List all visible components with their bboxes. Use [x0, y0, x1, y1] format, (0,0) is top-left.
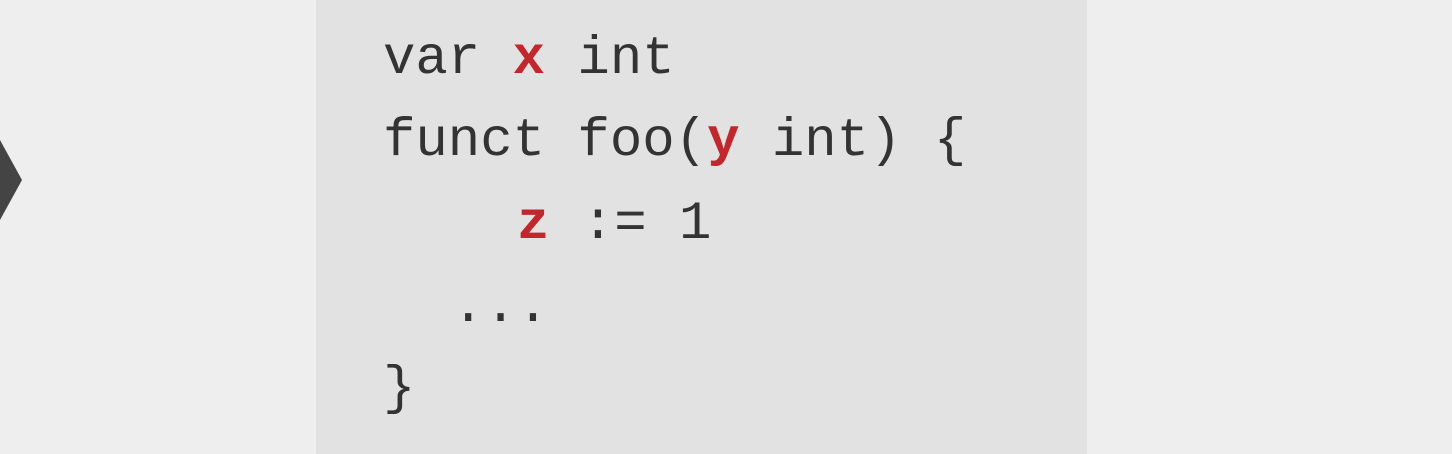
variable-x: x — [512, 29, 546, 90]
function-suffix: int) { — [739, 111, 967, 172]
code-line-ellipsis: ... — [452, 277, 550, 338]
variable-z: z — [517, 194, 550, 255]
code-line-closing-brace: } — [383, 359, 416, 420]
keyword-var: var — [383, 29, 513, 90]
variable-y: y — [707, 111, 740, 172]
function-prefix: funct foo( — [383, 111, 708, 172]
code-line-assignment: z := 1 — [517, 195, 711, 255]
assignment-rest: := 1 — [549, 194, 712, 255]
code-line-function-signature: funct foo(y int) { — [383, 112, 966, 172]
type-int: int — [545, 29, 675, 90]
arrow-left-icon — [0, 140, 22, 220]
code-line-var-declaration: var x int — [383, 30, 675, 90]
slide: var x int funct foo(y int) { z := 1 ... … — [0, 0, 1452, 454]
